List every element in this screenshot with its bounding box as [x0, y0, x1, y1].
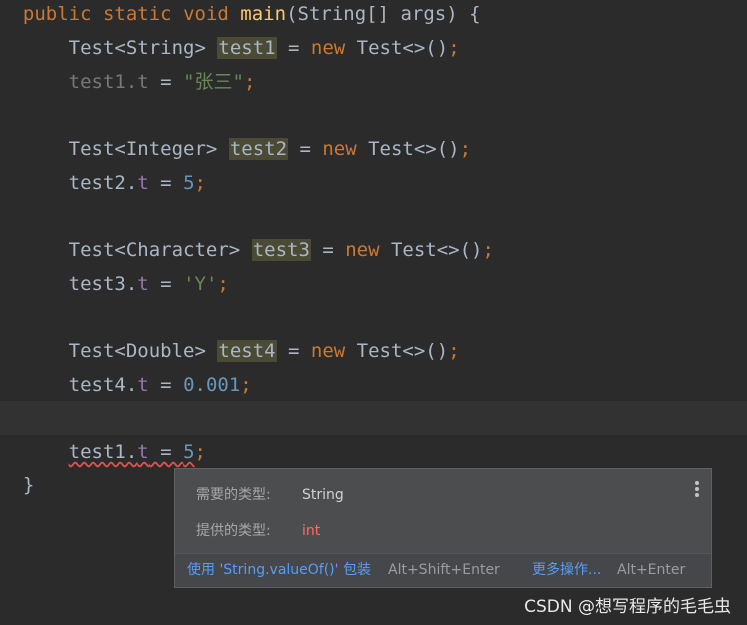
- semicolon: ;: [240, 374, 252, 396]
- caret-line[interactable]: [0, 401, 747, 435]
- operator: =: [148, 273, 184, 295]
- keyword: static: [102, 3, 172, 25]
- code-line-3[interactable]: test1.t = "张三";: [0, 65, 747, 99]
- constructor-call: Test<>(): [379, 239, 483, 261]
- type-name: Test<Double>: [68, 340, 206, 362]
- type-name: Test<Integer>: [68, 138, 218, 160]
- object-ref: test2.: [68, 172, 138, 194]
- variable-test1: test1: [217, 37, 277, 59]
- keyword: new: [310, 37, 346, 59]
- keyword: new: [310, 340, 346, 362]
- type-name: Test<String>: [68, 37, 206, 59]
- provided-type-label: 提供的类型:: [196, 523, 271, 539]
- code-line-5[interactable]: Test<Integer> test2 = new Test<>();: [0, 132, 747, 166]
- object-ref: test1.: [68, 71, 138, 93]
- csdn-watermark: CSDN @想写程序的毛毛虫: [524, 597, 731, 617]
- required-type-value: String: [302, 487, 344, 503]
- object-ref: test1.: [68, 441, 138, 463]
- number-literal: 5: [183, 172, 195, 194]
- semicolon: ;: [243, 71, 256, 93]
- closing-brace: }: [22, 474, 35, 496]
- code-line-14[interactable]: test1.t = 5;: [0, 435, 747, 469]
- error-expression[interactable]: test1.t = 5: [69, 441, 195, 463]
- keyword: new: [322, 138, 357, 160]
- operator: =: [276, 37, 311, 59]
- string-literal: "张三": [183, 71, 244, 93]
- field-name: t: [137, 441, 149, 463]
- required-type-label: 需要的类型:: [196, 487, 271, 503]
- semicolon: ;: [448, 340, 460, 362]
- wrap-with-valueof-action[interactable]: 使用 'String.valueOf()' 包装: [187, 554, 371, 587]
- constructor-call: Test<>(): [345, 340, 449, 362]
- operator: =: [148, 71, 184, 93]
- method-name: main: [240, 3, 287, 25]
- number-literal: 5: [183, 441, 195, 463]
- provided-type-value: int: [302, 523, 321, 539]
- keyword: public: [22, 3, 92, 25]
- type-name: Test<Character>: [68, 239, 241, 261]
- operator: =: [148, 374, 184, 396]
- object-ref: test3.: [68, 273, 138, 295]
- operator: =: [288, 138, 323, 160]
- type-mismatch-popup: 需要的类型: String 提供的类型: int 使用 'String.valueO…: [174, 468, 712, 588]
- more-actions-link[interactable]: 更多操作...: [532, 554, 601, 587]
- constructor-call: Test<>(): [345, 37, 449, 59]
- semicolon: ;: [194, 172, 206, 194]
- method-params: (String[] args) {: [286, 3, 481, 25]
- keyword: void: [183, 3, 229, 25]
- code-line-12[interactable]: test4.t = 0.001;: [0, 368, 747, 402]
- code-line-9[interactable]: test3.t = 'Y';: [0, 267, 747, 301]
- operator: =: [148, 441, 184, 463]
- field-name: t: [137, 374, 149, 396]
- code-line-1[interactable]: public static void main(String[] args) {: [0, 0, 747, 31]
- field-name: t: [137, 273, 149, 295]
- variable-test3: test3: [251, 239, 311, 261]
- number-literal: 0.001: [183, 374, 241, 396]
- variable-test4: test4: [217, 340, 277, 362]
- code-line-8[interactable]: Test<Character> test3 = new Test<>();: [0, 233, 747, 267]
- code-line-6[interactable]: test2.t = 5;: [0, 166, 747, 200]
- more-actions-shortcut: Alt+Enter: [617, 562, 686, 578]
- field-name: t: [137, 71, 149, 93]
- semicolon: ;: [459, 138, 472, 160]
- constructor-call: Test<>(): [356, 138, 460, 160]
- operator: =: [310, 239, 346, 261]
- semicolon: ;: [448, 37, 460, 59]
- semicolon: ;: [217, 273, 229, 295]
- wrap-shortcut: Alt+Shift+Enter: [388, 562, 500, 578]
- field-name: t: [137, 172, 149, 194]
- more-options-icon[interactable]: [695, 481, 699, 499]
- semicolon: ;: [194, 441, 206, 463]
- code-line-11[interactable]: Test<Double> test4 = new Test<>();: [0, 334, 747, 368]
- semicolon: ;: [482, 239, 494, 261]
- object-ref: test4.: [68, 374, 138, 396]
- operator: =: [148, 172, 184, 194]
- popup-actions: 使用 'String.valueOf()' 包装 Alt+Shift+Enter…: [175, 553, 711, 587]
- char-literal: 'Y': [183, 273, 218, 295]
- provided-type-row: 提供的类型: int: [196, 519, 320, 543]
- variable-test2: test2: [228, 138, 289, 160]
- operator: =: [276, 340, 311, 362]
- required-type-row: 需要的类型: String: [196, 483, 344, 507]
- keyword: new: [345, 239, 380, 261]
- code-line-2[interactable]: Test<String> test1 = new Test<>();: [0, 31, 747, 65]
